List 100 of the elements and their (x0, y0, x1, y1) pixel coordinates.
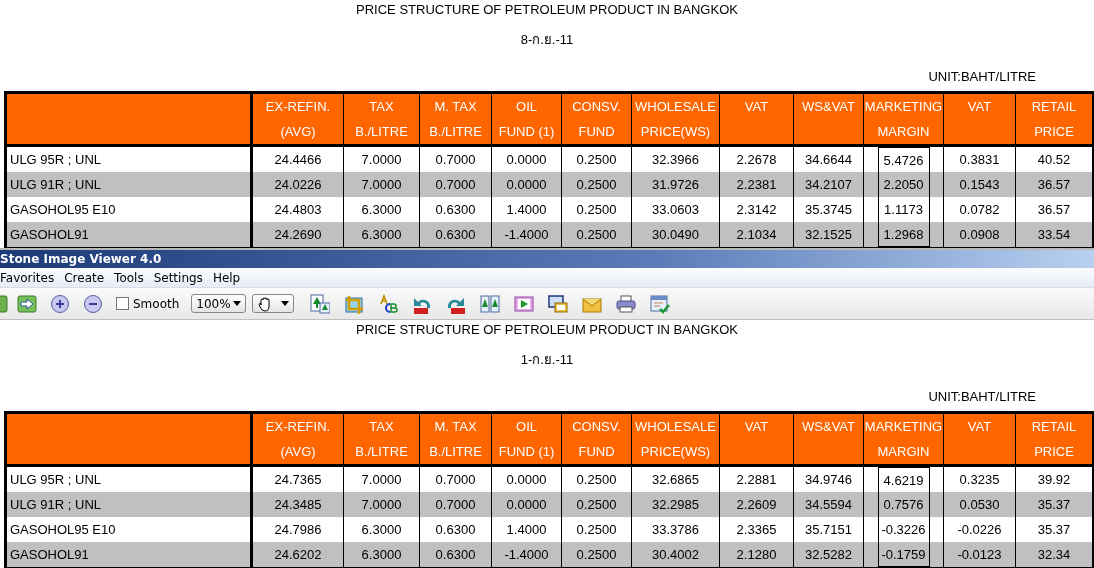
table-cell: 2.1034 (719, 222, 794, 248)
column-header: VAT (719, 92, 794, 119)
column-header: OIL (491, 412, 562, 439)
unit-label: UNIT:BAHT/LITRE (928, 68, 1036, 86)
table-cell: -1.4000 (491, 542, 562, 568)
table-cell: 34.5594 (793, 492, 864, 517)
table-cell: 0.2500 (561, 172, 632, 197)
table-cell: 0.7000 (419, 492, 492, 517)
checklist-icon[interactable] (650, 293, 671, 314)
column-header: M. TAX (419, 92, 492, 119)
column-header: B./LITRE (419, 439, 492, 466)
column-header: CONSV. (561, 412, 632, 439)
table-cell: 2.2381 (719, 172, 794, 197)
column-header: (AVG) (251, 439, 344, 466)
column-header: B./LITRE (343, 119, 420, 146)
column-header: VAT (719, 412, 794, 439)
menu-item[interactable]: Favorites (0, 270, 60, 285)
table-cell: 24.2690 (251, 222, 344, 248)
crop-icon[interactable] (344, 293, 365, 314)
column-header: PRICE (1015, 439, 1094, 466)
table-cell: 30.4002 (631, 542, 720, 568)
column-header: FUND (1) (491, 119, 562, 146)
column-header: MARGIN (863, 439, 944, 466)
table-cell: 24.0226 (251, 172, 344, 197)
unit-label: UNIT:BAHT/LITRE (928, 388, 1036, 406)
table-cell: 6.3000 (343, 222, 420, 248)
picture-file-icon[interactable] (310, 293, 331, 314)
column-header: M. TAX (419, 412, 492, 439)
table-cell: 2.2609 (719, 492, 794, 517)
table-cell: 31.9726 (631, 172, 720, 197)
table-cell: -0.1759 (877, 542, 930, 567)
column-header: CONSV. (561, 92, 632, 119)
table-cell: 0.6300 (419, 222, 492, 248)
table-cell: 0.7576 (877, 492, 930, 517)
column-header: MARKETING (863, 412, 944, 439)
table-cell: 32.2985 (631, 492, 720, 517)
table-cell: 33.54 (1015, 222, 1094, 248)
table-cell: 0.6300 (419, 542, 492, 568)
menu-item[interactable]: Settings (148, 270, 208, 285)
table-cell: 34.2107 (793, 172, 864, 197)
column-header: B./LITRE (343, 439, 420, 466)
product-cell: GASOHOL91 (5, 222, 252, 248)
table-cell: -0.0123 (943, 542, 1016, 568)
table-cell: 0.1543 (943, 172, 1016, 197)
report-title: PRICE STRUCTURE OF PETROLEUM PRODUCT IN BANGKOK (356, 1, 738, 19)
compare-icon[interactable] (480, 293, 501, 314)
caret-icon (281, 301, 290, 306)
column-header: VAT (943, 412, 1016, 439)
product-cell: ULG 91R ; UNL (5, 492, 252, 517)
column-header: WHOLESALE (631, 92, 720, 119)
tool-dropdown[interactable] (252, 294, 295, 313)
report-title: PRICE STRUCTURE OF PETROLEUM PRODUCT IN BANGKOK (356, 321, 738, 339)
table-cell: 32.34 (1015, 542, 1094, 568)
report-date: 1-ก.ย.-11 (520, 351, 574, 369)
product-cell: GASOHOL91 (5, 542, 252, 568)
smooth-label[interactable]: Smooth (133, 296, 180, 311)
menu-item[interactable]: Help (207, 270, 246, 285)
table-cell: 7.0000 (343, 492, 420, 517)
table-cell: 1.2968 (877, 222, 930, 247)
table-cell: 0.0530 (943, 492, 1016, 517)
monitor-icon[interactable] (548, 293, 569, 314)
table-cell: 35.37 (1015, 492, 1094, 517)
column-header: FUND (561, 119, 632, 146)
table-cell: 32.5282 (793, 542, 864, 568)
table-cell: 32.1525 (793, 222, 864, 248)
column-header: WS&VAT (793, 412, 864, 439)
column-header: PRICE (1015, 119, 1094, 146)
smooth-checkbox[interactable] (116, 297, 129, 310)
table-cell: 6.3000 (343, 542, 420, 568)
text-icon[interactable] (378, 293, 399, 314)
column-header: EX-REFIN. (251, 92, 344, 119)
printer-icon[interactable] (616, 293, 637, 314)
table-cell: 0.2500 (561, 222, 632, 248)
column-header: WHOLESALE (631, 412, 720, 439)
menu-item[interactable]: Tools (109, 270, 149, 285)
column-header: B./LITRE (419, 119, 492, 146)
table-cell: -1.4000 (491, 222, 562, 248)
table-cell: 0.0000 (491, 492, 562, 517)
zoom-in-icon[interactable] (50, 293, 70, 314)
column-header: (AVG) (251, 119, 344, 146)
table-cell: 2.2050 (877, 172, 930, 197)
table-cell: 30.0490 (631, 222, 720, 248)
column-header: FUND (561, 439, 632, 466)
column-header: WS&VAT (793, 92, 864, 119)
column-header: OIL (491, 92, 562, 119)
table-cell: 0.7000 (419, 172, 492, 197)
zoom-out-icon[interactable] (83, 293, 103, 314)
column-header: TAX (343, 412, 420, 439)
column-header: PRICE(WS) (631, 119, 720, 146)
table-cell: 2.1280 (719, 542, 794, 568)
menu-item[interactable]: Create (59, 270, 110, 285)
table-cell: 0.0908 (943, 222, 1016, 248)
zoom-dropdown[interactable]: 100% (191, 294, 247, 313)
table-cell: 24.3485 (251, 492, 344, 517)
product-cell: ULG 91R ; UNL (5, 172, 252, 197)
table-cell: 0.2500 (561, 492, 632, 517)
column-header: RETAIL (1015, 92, 1094, 119)
table-cell: 7.0000 (343, 172, 420, 197)
report-date: 8-ก.ย.-11 (520, 31, 574, 49)
slideshow-icon[interactable] (514, 293, 535, 314)
